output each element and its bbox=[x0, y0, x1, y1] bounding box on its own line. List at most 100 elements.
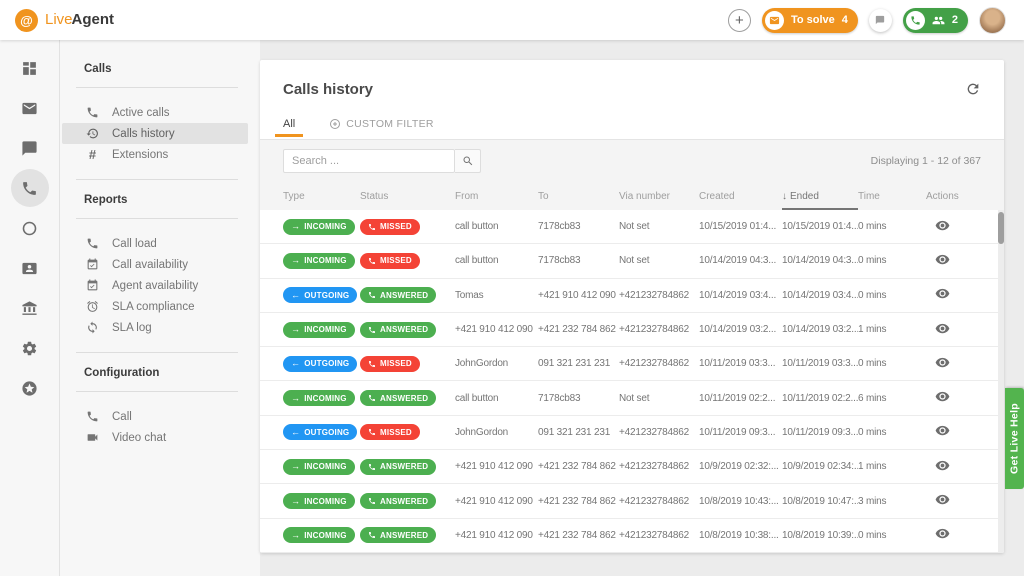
dashboard-icon[interactable] bbox=[12, 59, 48, 77]
chat-icon[interactable] bbox=[12, 139, 48, 157]
user-avatar[interactable] bbox=[979, 7, 1006, 34]
departments-icon[interactable] bbox=[12, 299, 48, 317]
time-cell: 3 mins bbox=[858, 496, 926, 507]
phone-icon bbox=[368, 428, 376, 436]
video-icon bbox=[86, 431, 99, 444]
contacts-icon[interactable] bbox=[12, 259, 48, 277]
call-status-badge: ANSWERED bbox=[360, 390, 436, 406]
envelope-icon bbox=[765, 11, 784, 30]
section-title-calls: Calls bbox=[60, 63, 260, 87]
table-row[interactable]: ←OUTGOING MISSED JohnGordon 091 321 231 … bbox=[260, 416, 1004, 450]
direction-arrow-icon: ← bbox=[291, 359, 300, 368]
chat-status-button[interactable] bbox=[869, 9, 892, 32]
table-row[interactable]: →INCOMING ANSWERED +421 910 412 090 +421… bbox=[260, 519, 1004, 553]
gamification-icon[interactable] bbox=[12, 379, 48, 397]
search-button[interactable] bbox=[455, 149, 481, 173]
time-cell: 6 mins bbox=[858, 393, 926, 404]
table-row[interactable]: ←OUTGOING ANSWERED Tomas +421 910 412 09… bbox=[260, 279, 1004, 313]
view-call-button[interactable] bbox=[935, 218, 950, 233]
table-row[interactable]: →INCOMING MISSED call button 7178cb83 No… bbox=[260, 210, 1004, 244]
view-call-button[interactable] bbox=[935, 355, 950, 370]
calendar-check-icon bbox=[86, 279, 99, 292]
from-cell: call button bbox=[455, 221, 538, 232]
view-call-button[interactable] bbox=[935, 458, 950, 473]
via-number-cell: +421232784862 bbox=[619, 290, 699, 301]
view-call-button[interactable] bbox=[935, 321, 950, 336]
menu-item-agent-availability[interactable]: Agent availability bbox=[62, 275, 248, 296]
call-type-badge: ←OUTGOING bbox=[283, 356, 357, 372]
view-call-button[interactable] bbox=[935, 252, 950, 267]
column-header-type[interactable]: Type bbox=[283, 191, 360, 202]
column-header-via[interactable]: Via number bbox=[619, 191, 699, 202]
table-row[interactable]: →INCOMING ANSWERED +421 910 412 090 +421… bbox=[260, 450, 1004, 484]
table-row[interactable]: →INCOMING ANSWERED call button 7178cb83 … bbox=[260, 381, 1004, 415]
view-call-button[interactable] bbox=[935, 286, 950, 301]
direction-arrow-icon: → bbox=[291, 256, 300, 265]
ring-icon[interactable] bbox=[12, 219, 48, 237]
logo-live-text: Live bbox=[45, 11, 73, 28]
call-status-badge: ANSWERED bbox=[360, 527, 436, 543]
menu-item-call[interactable]: Call bbox=[62, 406, 248, 427]
from-cell: +421 910 412 090 bbox=[455, 530, 538, 541]
to-cell: +421 910 412 090 bbox=[538, 290, 619, 301]
call-type-badge: →INCOMING bbox=[283, 219, 355, 235]
menu-item-sla-log[interactable]: SLA log bbox=[62, 317, 248, 338]
call-type-badge: →INCOMING bbox=[283, 493, 355, 509]
icon-rail bbox=[0, 40, 60, 576]
time-cell: 0 mins bbox=[858, 290, 926, 301]
calls-status-button[interactable]: 2 bbox=[903, 8, 968, 33]
alarm-icon bbox=[86, 300, 99, 313]
menu-item-active-calls[interactable]: Active calls bbox=[62, 102, 248, 123]
column-header-from[interactable]: From bbox=[455, 191, 538, 202]
table-row[interactable]: →INCOMING ANSWERED +421 910 412 090 +421… bbox=[260, 313, 1004, 347]
menu-item-calls-history[interactable]: Calls history bbox=[62, 123, 248, 144]
scrollbar-thumb[interactable] bbox=[998, 212, 1004, 244]
created-cell: 10/14/2019 04:3... bbox=[699, 255, 782, 266]
tab-custom-filter[interactable]: CUSTOM FILTER bbox=[329, 118, 434, 136]
phone-icon[interactable] bbox=[11, 169, 49, 207]
phone-icon bbox=[368, 394, 376, 402]
created-cell: 10/14/2019 03:2... bbox=[699, 324, 782, 335]
table-row[interactable]: →INCOMING MISSED call button 7178cb83 No… bbox=[260, 244, 1004, 278]
table-row[interactable]: →INCOMING ANSWERED +421 910 412 090 +421… bbox=[260, 484, 1004, 518]
divider bbox=[76, 218, 238, 219]
from-cell: +421 910 412 090 bbox=[455, 324, 538, 335]
column-header-ended-sorted[interactable]: ↓ Ended bbox=[782, 182, 858, 210]
created-cell: 10/11/2019 03:3... bbox=[699, 358, 782, 369]
direction-arrow-icon: → bbox=[291, 497, 300, 506]
refresh-button[interactable] bbox=[965, 81, 981, 97]
email-icon[interactable] bbox=[12, 99, 48, 117]
to-cell: 7178cb83 bbox=[538, 221, 619, 232]
menu-item-call-load[interactable]: Call load bbox=[62, 233, 248, 254]
direction-arrow-icon: → bbox=[291, 462, 300, 471]
tab-all[interactable]: All bbox=[275, 118, 303, 137]
via-number-cell: +421232784862 bbox=[619, 324, 699, 335]
ended-cell: 10/8/2019 10:39:... bbox=[782, 530, 858, 541]
call-status-badge: MISSED bbox=[360, 219, 420, 235]
column-header-created[interactable]: Created bbox=[699, 191, 782, 202]
table-scrollbar[interactable] bbox=[998, 210, 1004, 553]
column-header-time[interactable]: Time bbox=[858, 191, 926, 202]
eye-icon bbox=[935, 492, 950, 507]
to-solve-button[interactable]: To solve 4 bbox=[762, 8, 858, 33]
menu-item-sla-compliance[interactable]: SLA compliance bbox=[62, 296, 248, 317]
menu-item-video-chat[interactable]: Video chat bbox=[62, 427, 248, 448]
search-input[interactable] bbox=[283, 149, 455, 173]
menu-item-call-availability[interactable]: Call availability bbox=[62, 254, 248, 275]
view-call-button[interactable] bbox=[935, 526, 950, 541]
settings-icon[interactable] bbox=[12, 339, 48, 357]
ended-cell: 10/14/2019 03:4... bbox=[782, 290, 858, 301]
column-header-to[interactable]: To bbox=[538, 191, 619, 202]
menu-item-extensions[interactable]: # Extensions bbox=[62, 144, 248, 165]
view-call-button[interactable] bbox=[935, 423, 950, 438]
phone-icon bbox=[86, 410, 99, 423]
direction-arrow-icon: ← bbox=[291, 291, 300, 300]
column-header-status[interactable]: Status bbox=[360, 191, 455, 202]
add-button[interactable]: + bbox=[728, 9, 751, 32]
view-call-button[interactable] bbox=[935, 492, 950, 507]
from-cell: +421 910 412 090 bbox=[455, 496, 538, 507]
ended-cell: 10/14/2019 04:3... bbox=[782, 255, 858, 266]
view-call-button[interactable] bbox=[935, 389, 950, 404]
table-row[interactable]: ←OUTGOING MISSED JohnGordon 091 321 231 … bbox=[260, 347, 1004, 381]
get-live-help-button[interactable]: Get Live Help bbox=[1005, 388, 1024, 489]
